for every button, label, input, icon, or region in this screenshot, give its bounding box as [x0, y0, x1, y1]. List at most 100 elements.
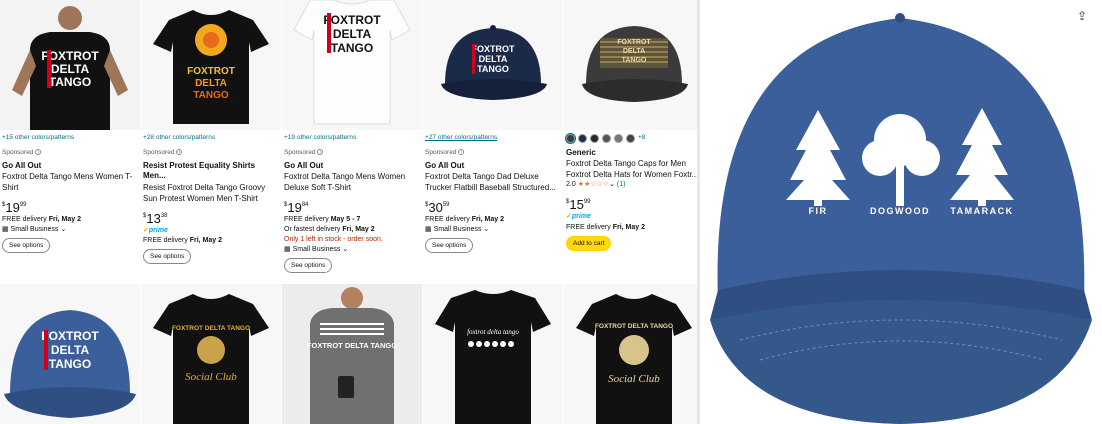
denim-cap-image: FIR DOGWOOD TAMARACK	[700, 0, 1102, 424]
rating-value: 2.0	[566, 181, 576, 188]
info-icon[interactable]: i	[317, 149, 324, 156]
rating-row[interactable]: 2.0 ★★☆☆☆⌄ (1)	[566, 180, 702, 190]
product-image[interactable]: FOXTROT DELTA TANGO	[141, 0, 281, 130]
product-price: $1338	[143, 209, 279, 226]
sponsored-text: Sponsored	[425, 149, 457, 156]
cap-print-line: DELTA	[623, 48, 645, 55]
product-card[interactable]: FOXTROT DELTA TANGO Social Club	[141, 284, 281, 424]
product-image[interactable]: foxtrot delta tango	[423, 284, 563, 424]
tshirt-image: FOXTROT DELTA TANGO Social Club	[564, 284, 704, 424]
product-price: $1999	[2, 198, 138, 215]
product-card[interactable]: FOXTROT DELTA TANGO +19 other colors/pat…	[282, 0, 422, 280]
color-options-link[interactable]: +28 other colors/patterns	[143, 133, 279, 142]
product-card[interactable]: FOXTROT DELTA TANGO +27 other colors/pat…	[423, 0, 563, 280]
product-card[interactable]: FOXTROT DELTA TANGO +8 Generic Foxtrot D…	[564, 0, 704, 280]
see-options-button[interactable]: See options	[143, 249, 192, 264]
delivery-date: Fri, May 2	[189, 237, 222, 244]
store-icon: ▦	[284, 246, 291, 253]
color-swatch[interactable]	[626, 133, 635, 143]
shirt-print-line: foxtrot delta tango	[467, 328, 519, 336]
cap-image: FOXTROT DELTA TANGO	[0, 284, 140, 424]
small-business-badge[interactable]: ▦ Small Business ⌄	[2, 225, 138, 235]
shirt-print-line: DELTA	[195, 78, 227, 89]
small-business-badge[interactable]: ▦ Small Business ⌄	[284, 245, 420, 255]
product-card[interactable]: FOXTROT DELTA TANGO Social Club	[564, 284, 704, 424]
info-icon[interactable]: i	[35, 149, 42, 156]
product-card[interactable]: FOXTROT DELTA TANGO	[282, 284, 422, 424]
fastest-date: Fri, May 2	[342, 226, 375, 233]
delivery-date: Fri, May 2	[612, 223, 645, 231]
see-options-button[interactable]: See options	[284, 258, 333, 273]
color-swatch[interactable]	[566, 133, 575, 143]
product-title[interactable]: Foxtrot Delta Tango Dad Deluxe Trucker F…	[425, 171, 561, 193]
store-icon: ▦	[2, 226, 9, 233]
fastest-prefix: Or fastest delivery	[284, 226, 343, 233]
color-swatch[interactable]	[590, 133, 599, 143]
chevron-down-icon: ⌄	[483, 226, 490, 233]
shirt-print-line: TANGO	[193, 90, 229, 101]
shirt-print-line: TANGO	[49, 75, 91, 89]
star-rating-icon: ★★☆☆☆	[577, 181, 610, 188]
tshirt-image: FOXTROT DELTA TANGO	[141, 0, 281, 130]
price-fraction: 59	[442, 202, 450, 208]
product-hero-image[interactable]: FIR DOGWOOD TAMARACK ⇪	[700, 0, 1102, 424]
product-title[interactable]: Foxtrot Delta Tango Mens Women T-Shirt	[2, 171, 138, 193]
small-business-badge[interactable]: ▦ Small Business ⌄	[425, 225, 561, 235]
product-image[interactable]: FOXTROT DELTA TANGO	[0, 284, 140, 424]
cap-print-line: TANGO	[622, 57, 647, 64]
review-count[interactable]: (1)	[617, 181, 626, 188]
product-image[interactable]: FOXTROT DELTA TANGO Social Club	[141, 284, 281, 424]
product-card[interactable]: foxtrot delta tango	[423, 284, 563, 424]
product-image[interactable]: FOXTROT DELTA TANGO	[423, 0, 563, 130]
tshirt-model-image: FOXTROT DELTA TANGO	[282, 284, 422, 424]
sponsored-label[interactable]: Sponsored i	[143, 148, 279, 159]
price-fraction: 99	[19, 202, 27, 208]
color-options-link[interactable]: +15 other colors/patterns	[2, 133, 138, 142]
tshirt-image: FOXTROT DELTA TANGO Social Club	[141, 284, 281, 424]
see-options-button[interactable]: See options	[2, 238, 51, 253]
color-options-link[interactable]: +19 other colors/patterns	[284, 133, 420, 142]
delivery-date: Fri, May 2	[48, 216, 81, 223]
shirt-print-line: TANGO	[331, 41, 373, 55]
product-image[interactable]: FOXTROT DELTA TANGO	[564, 0, 704, 130]
cap-image: FOXTROT DELTA TANGO	[423, 0, 563, 130]
fastest-delivery-info: Or fastest delivery Fri, May 2	[284, 225, 420, 235]
color-options-link[interactable]: +27 other colors/patterns	[425, 133, 561, 142]
sponsored-label[interactable]: Sponsored i	[425, 148, 561, 159]
color-swatch[interactable]	[578, 133, 587, 143]
store-icon: ▦	[425, 226, 432, 233]
price-whole: 13	[146, 210, 161, 226]
product-image[interactable]: FOXTROT DELTA TANGO	[0, 0, 140, 130]
cap-print-line: FOXTROT	[41, 329, 99, 343]
chevron-down-icon: ⌄	[342, 246, 349, 253]
info-icon[interactable]: i	[176, 149, 183, 156]
delivery-prefix: FREE delivery	[284, 216, 331, 223]
sponsored-label[interactable]: Sponsored i	[2, 148, 138, 159]
color-swatch[interactable]	[614, 133, 623, 143]
product-image[interactable]: FOXTROT DELTA TANGO	[282, 0, 422, 130]
product-image[interactable]: FOXTROT DELTA TANGO	[282, 284, 422, 424]
product-title[interactable]: Foxtrot Delta Tango Caps for Men Foxtrot…	[566, 158, 702, 180]
share-icon[interactable]: ⇪	[1074, 8, 1090, 24]
delivery-date: May 5 - 7	[330, 216, 361, 223]
product-title[interactable]: Resist Foxtrot Delta Tango Groovy Sun Pr…	[143, 182, 279, 204]
shirt-print-line: FOXTROT	[323, 13, 381, 27]
product-card[interactable]: FOXTROT DELTA TANGO	[0, 284, 140, 424]
product-image[interactable]: FOXTROT DELTA TANGO Social Club	[564, 284, 704, 424]
see-options-button[interactable]: See options	[425, 238, 474, 253]
product-card[interactable]: FOXTROT DELTA TANGO +15 other colors/pat…	[0, 0, 140, 280]
stock-warning: Only 1 left in stock - order soon.	[284, 236, 383, 243]
product-title[interactable]: Foxtrot Delta Tango Mens Women Deluxe So…	[284, 171, 420, 193]
add-to-cart-button[interactable]: Add to cart	[566, 235, 612, 251]
cap-print-line: FOXTROT	[617, 39, 651, 46]
info-icon[interactable]: i	[458, 149, 465, 156]
product-card[interactable]: FOXTROT DELTA TANGO +28 other colors/pat…	[141, 0, 281, 280]
sponsored-text: Sponsored	[284, 149, 316, 156]
more-swatches-link[interactable]: +8	[638, 133, 645, 144]
color-swatch[interactable]	[602, 133, 611, 143]
tshirt-image: FOXTROT DELTA TANGO	[282, 0, 422, 130]
sponsored-label[interactable]: Sponsored i	[284, 148, 420, 159]
cap-print-line: DELTA	[479, 54, 508, 64]
small-business-label: Small Business	[10, 226, 59, 233]
brand-name: Go All Out	[284, 160, 324, 170]
